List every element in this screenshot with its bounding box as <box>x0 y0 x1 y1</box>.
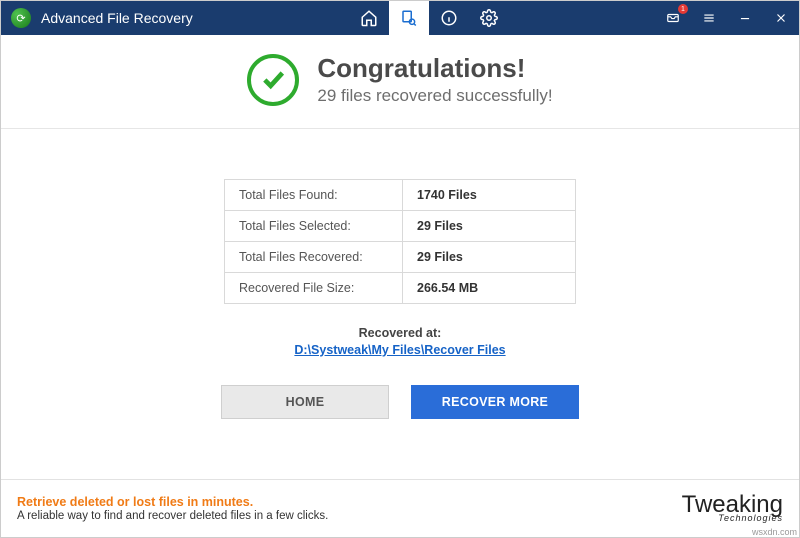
close-icon <box>774 11 788 25</box>
recovered-path-link[interactable]: D:\Systweak\My Files\Recover Files <box>294 343 505 357</box>
success-check-icon <box>247 54 299 106</box>
stat-label: Total Files Recovered: <box>225 242 403 272</box>
recovered-path: D:\Systweak\My Files\Recover Files <box>1 343 799 357</box>
table-row: Recovered File Size: 266.54 MB <box>225 273 575 304</box>
nav-tabs <box>349 1 509 35</box>
table-row: Total Files Recovered: 29 Files <box>225 242 575 273</box>
action-buttons: HOME RECOVER MORE <box>1 385 799 419</box>
home-icon <box>360 9 378 27</box>
info-icon <box>440 9 458 27</box>
footer-text: Retrieve deleted or lost files in minute… <box>17 495 328 522</box>
footer: Retrieve deleted or lost files in minute… <box>1 479 799 537</box>
gear-icon <box>480 9 498 27</box>
divider <box>1 128 799 129</box>
minimize-icon <box>738 11 752 25</box>
app-title: Advanced File Recovery <box>41 10 193 26</box>
hero-subtitle: 29 files recovered successfully! <box>317 86 552 106</box>
hero-title: Congratulations! <box>317 53 552 84</box>
table-row: Total Files Selected: 29 Files <box>225 211 575 242</box>
scan-results-tab[interactable] <box>389 1 429 35</box>
home-button[interactable]: HOME <box>221 385 389 419</box>
success-hero: Congratulations! 29 files recovered succ… <box>1 35 799 128</box>
stat-value: 266.54 MB <box>403 273 575 303</box>
hero-text: Congratulations! 29 files recovered succ… <box>317 53 552 106</box>
attribution: wsxdn.com <box>752 527 797 537</box>
stat-value: 1740 Files <box>403 180 575 210</box>
footer-sub: A reliable way to find and recover delet… <box>17 510 328 522</box>
stat-label: Recovered File Size: <box>225 273 403 303</box>
app-logo-icon: ⟳ <box>11 8 31 28</box>
stat-value: 29 Files <box>403 242 575 272</box>
close-button[interactable] <box>763 1 799 35</box>
menu-button[interactable] <box>691 1 727 35</box>
brand-logo-top: Tweaking <box>682 495 783 514</box>
main-content: Congratulations! 29 files recovered succ… <box>1 35 799 419</box>
window-controls: 1 <box>655 1 799 35</box>
info-tab[interactable] <box>429 1 469 35</box>
table-row: Total Files Found: 1740 Files <box>225 180 575 211</box>
hamburger-icon <box>702 11 716 25</box>
file-search-icon <box>400 9 418 27</box>
home-tab[interactable] <box>349 1 389 35</box>
stat-label: Total Files Selected: <box>225 211 403 241</box>
stat-label: Total Files Found: <box>225 180 403 210</box>
recovered-at-label: Recovered at: <box>1 326 799 340</box>
stat-value: 29 Files <box>403 211 575 241</box>
notification-button[interactable]: 1 <box>655 1 691 35</box>
settings-tab[interactable] <box>469 1 509 35</box>
notification-badge: 1 <box>678 4 688 14</box>
footer-headline: Retrieve deleted or lost files in minute… <box>17 495 328 509</box>
brand-logo: Tweaking Technologies <box>682 495 783 521</box>
stats-table: Total Files Found: 1740 Files Total File… <box>224 179 576 304</box>
title-bar: ⟳ Advanced File Recovery 1 <box>1 1 799 35</box>
inbox-icon <box>666 11 680 25</box>
minimize-button[interactable] <box>727 1 763 35</box>
recover-more-button[interactable]: RECOVER MORE <box>411 385 579 419</box>
